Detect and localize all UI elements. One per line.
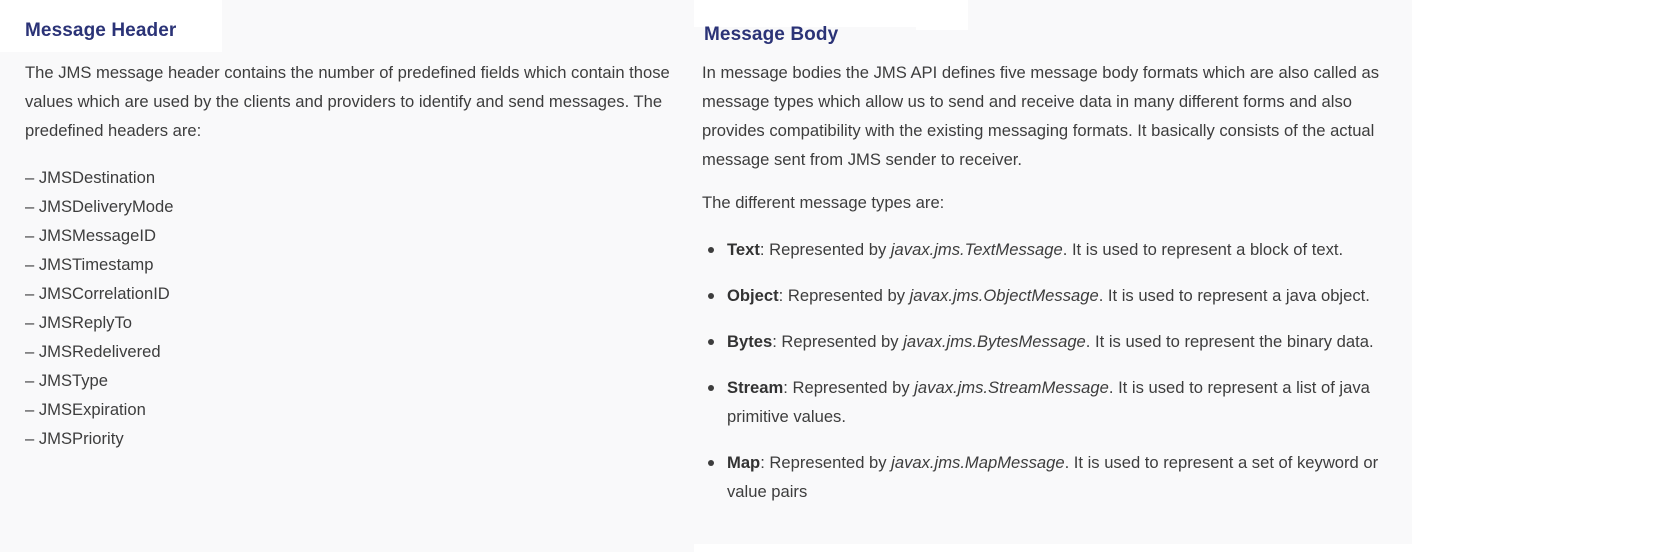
type-description: . It is used to represent a block of tex… (1062, 240, 1344, 259)
type-name: Stream (727, 378, 784, 397)
header-item: – JMSType (25, 371, 109, 390)
message-header-intro: The JMS message header contains the numb… (25, 63, 670, 140)
predefined-headers-list: – JMSDestination – JMSDeliveryMode – JMS… (25, 163, 173, 453)
message-types-list: Text: Represented by javax.jms.TextMessa… (702, 235, 1402, 523)
heading-backdrop (694, 0, 916, 27)
type-prefix: : Represented by (760, 453, 892, 472)
message-body-panel: Message Body In message bodies the JMS A… (694, 0, 1412, 544)
message-type-item: Bytes: Represented by javax.jms.BytesMes… (702, 327, 1402, 356)
type-prefix: : Represented by (759, 240, 891, 259)
type-class-name: javax.jms.StreamMessage (914, 378, 1109, 397)
header-item: – JMSCorrelationID (25, 284, 170, 303)
header-item: – JMSDestination (25, 168, 156, 187)
message-header-panel: Message Header The JMS message header co… (0, 0, 694, 552)
message-type-item: Text: Represented by javax.jms.TextMessa… (702, 235, 1402, 264)
type-class-name: javax.jms.BytesMessage (903, 332, 1086, 351)
heading-backdrop-notch (916, 0, 968, 30)
header-item: – JMSTimestamp (25, 255, 154, 274)
message-type-item: Object: Represented by javax.jms.ObjectM… (702, 281, 1402, 310)
message-body-intro: In message bodies the JMS API defines fi… (702, 63, 1380, 169)
message-type-item: Stream: Represented by javax.jms.StreamM… (702, 373, 1402, 431)
bullet-icon (708, 339, 714, 345)
header-item: – JMSDeliveryMode (25, 197, 174, 216)
type-name: Text (727, 240, 760, 259)
bullet-icon (708, 385, 714, 391)
type-description: . It is used to represent the binary dat… (1085, 332, 1374, 351)
header-item: – JMSPriority (25, 429, 124, 448)
type-name: Object (727, 286, 779, 305)
header-item: – JMSReplyTo (25, 313, 132, 332)
type-prefix: : Represented by (772, 332, 904, 351)
type-prefix: : Represented by (783, 378, 915, 397)
bullet-icon (708, 293, 714, 299)
type-description: . It is used to represent a java object. (1098, 286, 1370, 305)
type-prefix: : Represented by (778, 286, 910, 305)
header-item: – JMSExpiration (25, 400, 146, 419)
type-class-name: javax.jms.ObjectMessage (909, 286, 1099, 305)
bullet-icon (708, 460, 714, 466)
bullet-icon (708, 247, 714, 253)
type-class-name: javax.jms.TextMessage (890, 240, 1063, 259)
type-class-name: javax.jms.MapMessage (891, 453, 1065, 472)
message-header-title: Message Header (25, 20, 177, 41)
message-types-intro: The different message types are: (702, 193, 945, 212)
message-type-item: Map: Represented by javax.jms.MapMessage… (702, 448, 1402, 506)
header-item: – JMSMessageID (25, 226, 156, 245)
type-name: Map (727, 453, 761, 472)
message-body-title: Message Body (704, 24, 839, 45)
type-name: Bytes (727, 332, 773, 351)
header-item: – JMSRedelivered (25, 342, 161, 361)
